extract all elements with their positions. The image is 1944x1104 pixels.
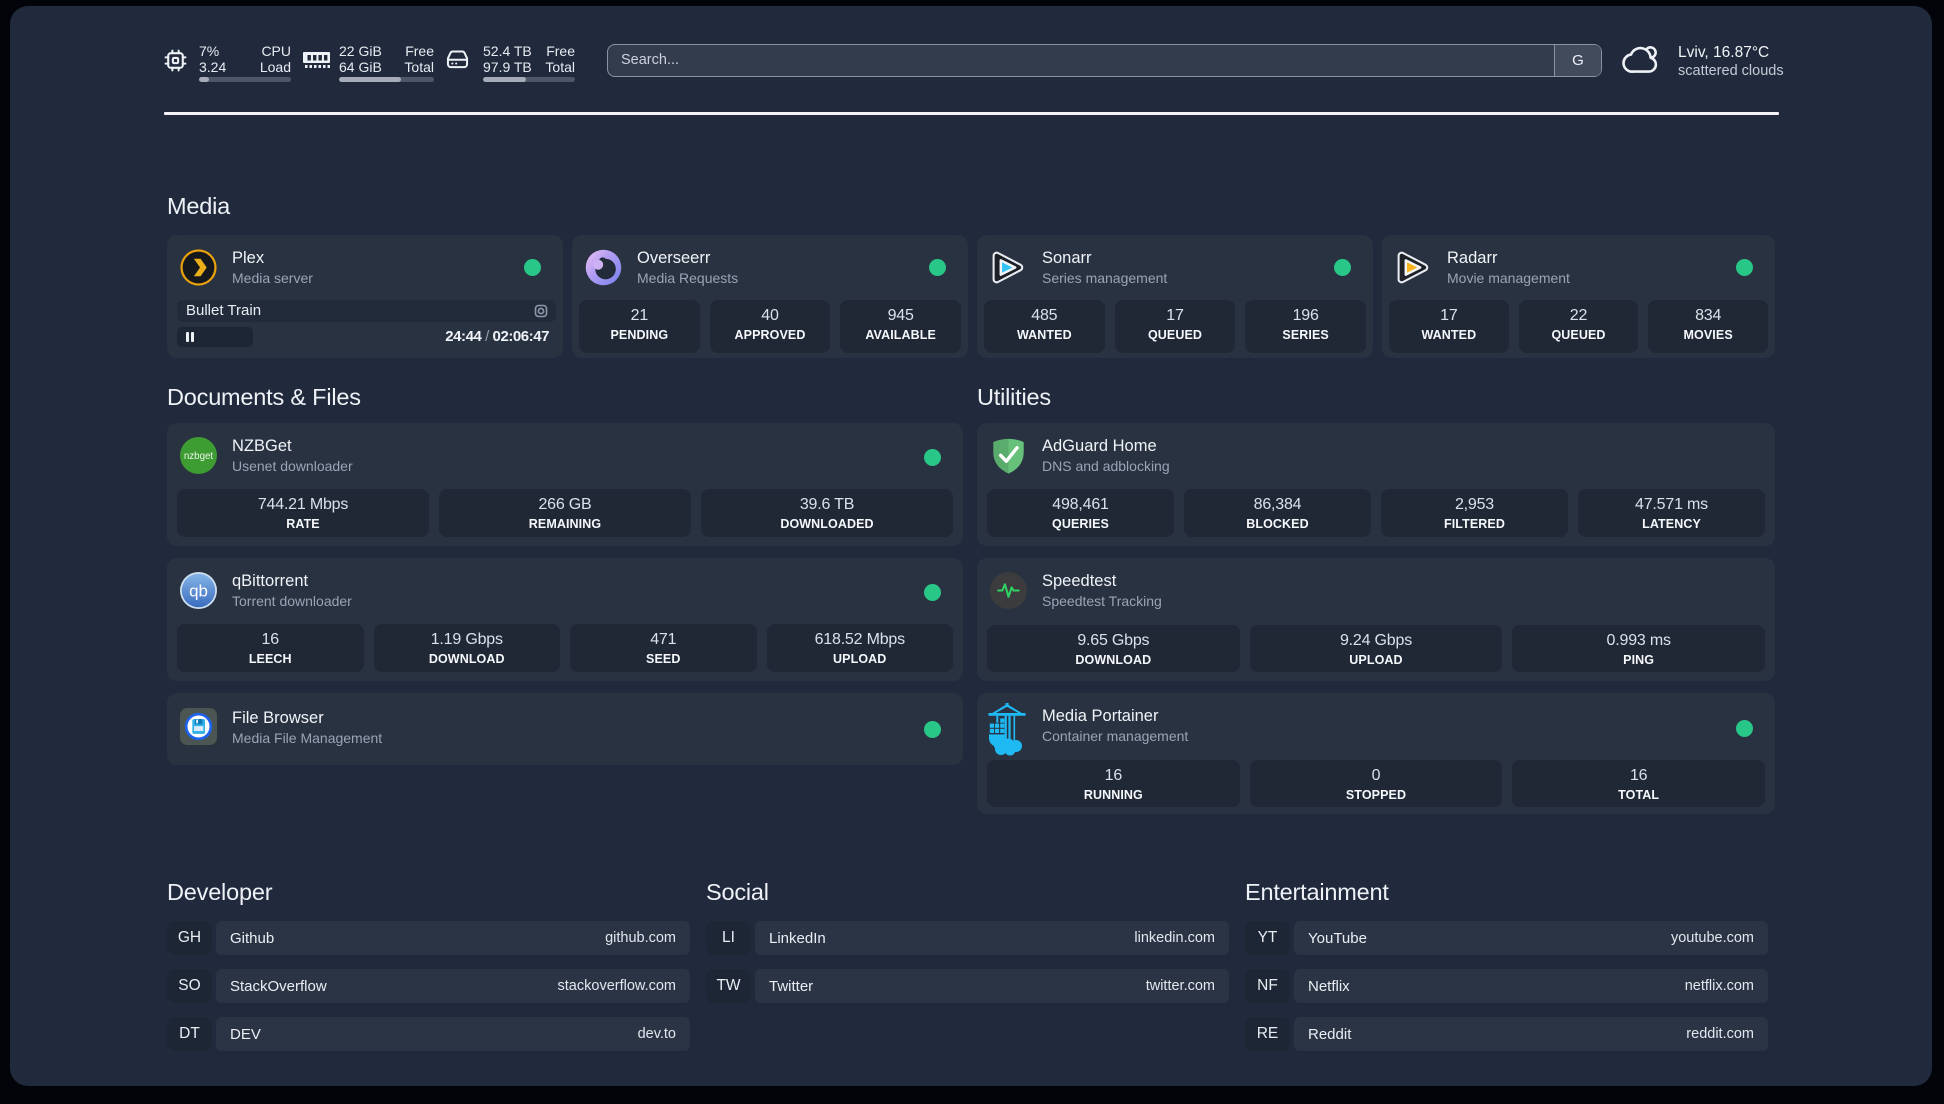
svg-text:qb: qb [189, 582, 208, 601]
svg-text:nzbget: nzbget [184, 451, 214, 462]
